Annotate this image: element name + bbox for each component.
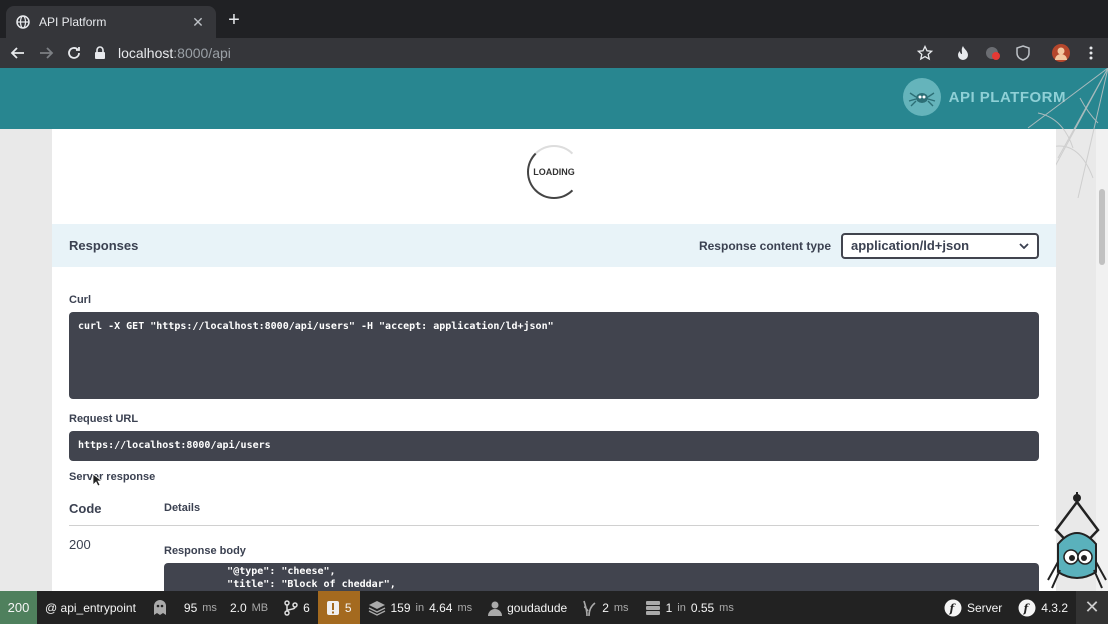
cache-in: in [677, 601, 686, 614]
forward-button[interactable] [32, 39, 60, 67]
profile-avatar[interactable] [1050, 42, 1072, 64]
request-url-label: Request URL [69, 413, 139, 425]
cache-unit: ms [719, 601, 734, 614]
time-value: 95 [183, 600, 198, 615]
url-path: :8000/api [173, 45, 231, 61]
loading-spinner: LOADING [527, 145, 581, 199]
memory-unit: MB [251, 601, 269, 614]
code-column-header: Code [69, 501, 102, 516]
response-body[interactable]: "@type": "cheese", "title": "Block of ch… [164, 563, 1039, 591]
route-name: @ api_entrypoint [45, 600, 136, 615]
db-in: in [415, 601, 425, 614]
ghost-icon [152, 599, 168, 617]
user-item[interactable]: goudadude [480, 591, 575, 624]
ghost-item[interactable] [144, 591, 176, 624]
extension-red-icon[interactable] [982, 42, 1004, 64]
spider-logo-icon [902, 78, 941, 116]
close-toolbar-icon[interactable]: ✕ [1076, 591, 1108, 624]
twig-item[interactable]: 2 ms [575, 591, 636, 624]
request-url-value[interactable]: https://localhost:8000/api/users [69, 431, 1039, 461]
symfony-version: 4.3.2 [1041, 600, 1068, 615]
warning-icon [326, 600, 340, 616]
route-item[interactable]: @ api_entrypoint [37, 591, 144, 624]
server-item[interactable]: f Server [936, 591, 1010, 624]
mouse-cursor-icon [92, 473, 102, 487]
address-bar[interactable]: localhost :8000/api [94, 39, 231, 67]
responses-title: Responses [69, 238, 139, 253]
reload-button[interactable] [60, 39, 88, 67]
symfony-logo-icon: f [1018, 599, 1036, 617]
arrow-right-icon [40, 47, 54, 59]
twig-unit: ms [613, 601, 629, 614]
cache-item[interactable]: 1 in 0.55 ms [637, 591, 742, 624]
browser-tab[interactable]: API Platform ✕ [6, 6, 216, 38]
lock-icon [94, 46, 108, 60]
responses-header: Responses Response content type applicat… [52, 224, 1056, 267]
symfony-version-item[interactable]: f 4.3.2 [1010, 591, 1076, 624]
git-branch-icon [284, 599, 298, 616]
db-time: 4.64 [429, 600, 453, 615]
twig-time: 2 [602, 600, 609, 615]
curl-label: Curl [69, 294, 91, 306]
scrollbar-thumb[interactable] [1099, 189, 1105, 265]
server-label: Server [966, 600, 1003, 615]
back-button[interactable] [4, 39, 32, 67]
content-type-value: application/ld+json [851, 238, 970, 253]
events-item[interactable]: 6 [276, 591, 318, 624]
content-type-label: Response content type [698, 238, 831, 253]
cache-count: 1 [665, 600, 673, 615]
url-host: localhost [118, 45, 174, 61]
cache-time: 0.55 [690, 600, 715, 615]
status-code-badge[interactable]: 200 [0, 591, 37, 624]
database-item[interactable]: 159 in 4.64 ms [360, 591, 481, 624]
arrow-left-icon [10, 47, 24, 59]
username: goudadude [507, 600, 568, 615]
events-count: 6 [303, 600, 310, 615]
symfony-debug-toolbar: 200 @ api_entrypoint 95 ms 2.0 MB 6 5 15… [0, 591, 1108, 624]
memory-value: 2.0 [229, 600, 247, 615]
divider [69, 525, 1039, 526]
layers-icon [368, 600, 386, 616]
loading-text: LOADING [533, 167, 575, 177]
bookmark-star-icon[interactable] [914, 42, 936, 64]
logs-count: 5 [344, 600, 352, 615]
server-stack-icon [645, 600, 661, 616]
response-body-label: Response body [164, 545, 246, 557]
tab-title: API Platform [39, 15, 107, 29]
close-tab-icon[interactable]: ✕ [190, 14, 206, 31]
shield-extension-icon[interactable] [1012, 42, 1034, 64]
browser-tab-bar: API Platform ✕ + [0, 0, 1108, 38]
response-body-line: "title": "Block of cheddar", [173, 579, 396, 590]
new-tab-button[interactable]: + [224, 8, 244, 32]
details-column-header: Details [164, 502, 201, 514]
globe-icon [16, 15, 30, 29]
flame-extension-icon[interactable] [952, 42, 974, 64]
twig-icon [583, 599, 597, 617]
menu-dots-icon[interactable] [1080, 42, 1102, 64]
time-unit: ms [202, 601, 217, 614]
db-unit: ms [457, 601, 473, 614]
user-icon [488, 600, 503, 616]
reload-icon [68, 47, 80, 59]
browser-toolbar: localhost :8000/api [0, 38, 1108, 68]
response-body-line: "@type": "cheese", [173, 566, 336, 577]
api-platform-header: API PLATFORM [0, 68, 1108, 129]
logs-item[interactable]: 5 [317, 591, 360, 624]
curl-command[interactable]: curl -X GET "https://localhost:8000/api/… [69, 312, 1039, 399]
symfony-logo-icon: f [944, 599, 962, 617]
main-content: LOADING Responses Response content type … [52, 129, 1056, 591]
content-type-select[interactable]: application/ld+json [841, 232, 1039, 259]
spider-mascot [1047, 492, 1107, 589]
db-queries: 159 [390, 600, 411, 615]
response-code: 200 [69, 537, 91, 552]
chevron-down-icon [1019, 242, 1029, 249]
performance-item[interactable]: 95 ms 2.0 MB [176, 591, 276, 624]
server-response-label: Server response [69, 471, 156, 483]
